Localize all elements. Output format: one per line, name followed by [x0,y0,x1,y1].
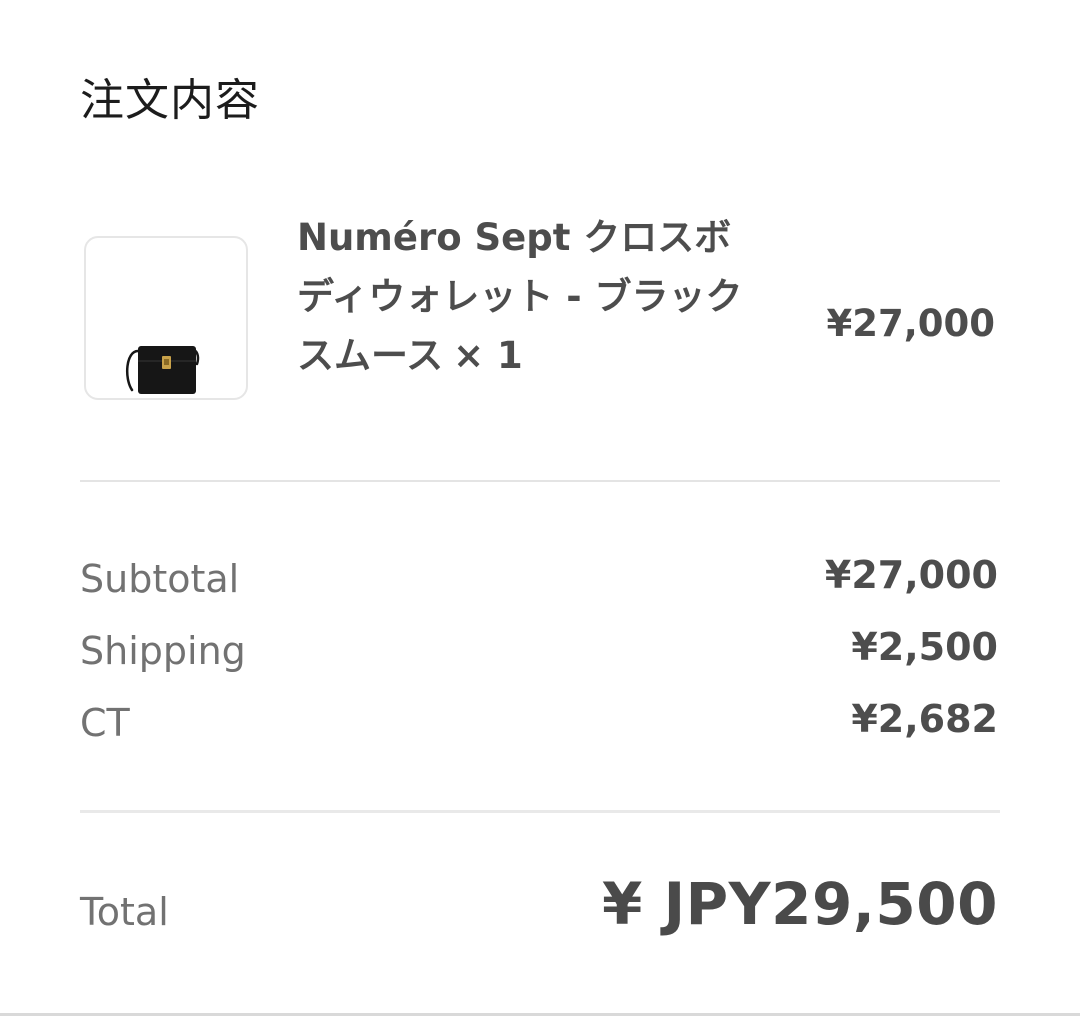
divider [80,810,1000,813]
divider [80,480,1000,482]
product-price: ¥27,000 [826,302,995,345]
crossbody-bag-image [125,346,200,394]
shipping-label: Shipping [80,629,246,673]
product-name[interactable]: Numéro Sept クロスボディウォレット - ブラック スムース × 1 [297,208,747,385]
subtotal-value: ¥27,000 [824,553,998,597]
subtotal-row: Subtotal ¥27,000 [80,553,998,607]
total-row: Total ¥ JPY29,500 [80,870,998,950]
total-value: ¥ JPY29,500 [602,870,998,938]
subtotal-label: Subtotal [80,557,240,601]
total-label: Total [80,890,169,934]
product-quantity: × 1 [453,334,523,377]
shipping-row: Shipping ¥2,500 [80,625,998,679]
product-thumbnail[interactable] [84,236,248,400]
tax-row: CT ¥2,682 [80,697,998,751]
tax-value: ¥2,682 [851,697,998,741]
order-summary-page: 注文内容 Numéro Sept クロスボディウォレット - ブラック スムース… [0,0,1080,1016]
shipping-value: ¥2,500 [851,625,998,669]
tax-label: CT [80,701,130,745]
order-contents-title: 注文内容 [80,75,260,126]
